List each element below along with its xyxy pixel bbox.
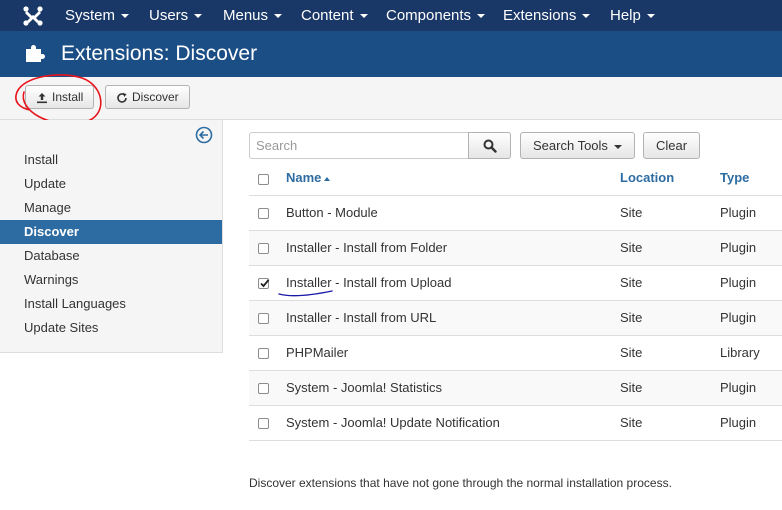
sidebar-item-update-sites[interactable]: Update Sites [0,316,222,340]
search-icon [483,139,497,153]
menu-system[interactable]: System [65,0,130,31]
extension-name: System - Joomla! Update Notification [286,415,500,430]
extension-type: Plugin [720,275,757,290]
discover-description: Discover extensions that have not gone t… [249,476,672,490]
search-tools-button[interactable]: Search Tools [520,132,635,159]
row-checkbox[interactable] [258,313,269,324]
menu-components[interactable]: Components [386,0,486,31]
sidebar-item-database[interactable]: Database [0,244,222,268]
menu-help[interactable]: Help [610,0,655,31]
checkmark-icon [260,279,270,288]
extension-location: Site [620,240,643,255]
sidebar-item-install-languages[interactable]: Install Languages [0,292,222,316]
discover-button[interactable]: Discover [105,85,190,109]
extension-type: Plugin [720,415,757,430]
install-button[interactable]: Install [25,85,95,109]
search-input[interactable] [249,132,469,159]
sort-ascending-icon [324,176,331,181]
extension-type: Plugin [720,205,757,220]
clear-button[interactable]: Clear [643,132,701,159]
extension-type: Plugin [720,240,757,255]
select-all-checkbox[interactable] [258,174,269,185]
caret-down-icon [477,14,486,19]
table-row: System - Joomla! Update Notification Sit… [249,405,782,441]
page-title: Extensions: Discover [61,42,258,65]
extension-type: Plugin [720,380,757,395]
extension-location: Site [620,310,643,325]
column-header-name[interactable]: Name [286,161,331,195]
sidebar: Install Update Manage Discover Database … [0,120,223,353]
extension-location: Site [620,415,643,430]
toolbar: Install Discover [0,77,782,120]
extension-location: Site [620,205,643,220]
caret-down-icon [121,14,130,19]
table-row: Installer - Install from URL Site Plugin [249,300,782,335]
row-checkbox[interactable] [258,208,269,219]
caret-down-icon [613,144,622,149]
table-row: PHPMailer Site Library [249,335,782,370]
extension-location: Site [620,275,643,290]
sidebar-item-update[interactable]: Update [0,172,222,196]
sidebar-item-manage[interactable]: Manage [0,196,222,220]
table-row: System - Joomla! Statistics Site Plugin [249,370,782,405]
caret-down-icon [646,14,655,19]
menu-extensions[interactable]: Extensions [503,0,591,31]
extension-name: Button - Module [286,205,378,220]
row-checkbox[interactable] [258,418,269,429]
extension-location: Site [620,345,643,360]
page-header: Extensions: Discover [0,31,782,77]
extension-name: PHPMailer [286,345,349,360]
puzzle-icon [26,45,45,62]
column-header-type[interactable]: Type [720,161,749,195]
row-checkbox[interactable] [258,243,269,254]
extension-name: Installer - Install from URL [286,310,437,325]
joomla-logo-icon[interactable] [22,5,44,27]
column-header-location[interactable]: Location [620,161,674,195]
row-checkbox[interactable] [258,348,269,359]
extension-name: Installer - Install from Upload [286,275,452,290]
extension-location: Site [620,380,643,395]
top-menu-bar: System Users Menus Content Components Ex… [0,0,782,31]
row-checkbox-checked[interactable] [258,278,270,289]
caret-down-icon [194,14,203,19]
menu-menus[interactable]: Menus [223,0,283,31]
extension-type: Library [720,345,760,360]
table-row: Button - Module Site Plugin [249,195,782,230]
collapse-sidebar-icon[interactable] [195,126,213,144]
sidebar-item-discover[interactable]: Discover [0,220,222,244]
upload-icon [37,92,47,103]
row-checkbox[interactable] [258,383,269,394]
caret-down-icon [582,14,591,19]
extension-name: System - Joomla! Statistics [286,380,443,395]
menu-users[interactable]: Users [149,0,203,31]
sidebar-item-warnings[interactable]: Warnings [0,268,222,292]
refresh-icon [117,92,127,103]
caret-down-icon [359,14,368,19]
extension-name: Installer - Install from Folder [286,240,448,255]
menu-content[interactable]: Content [301,0,368,31]
table-row: Installer - Install from Upload Site Plu… [249,265,782,300]
extension-type: Plugin [720,310,757,325]
table-row: Installer - Install from Folder Site Plu… [249,230,782,265]
sidebar-item-install[interactable]: Install [0,148,222,172]
search-button[interactable] [468,132,511,159]
caret-down-icon [274,14,283,19]
